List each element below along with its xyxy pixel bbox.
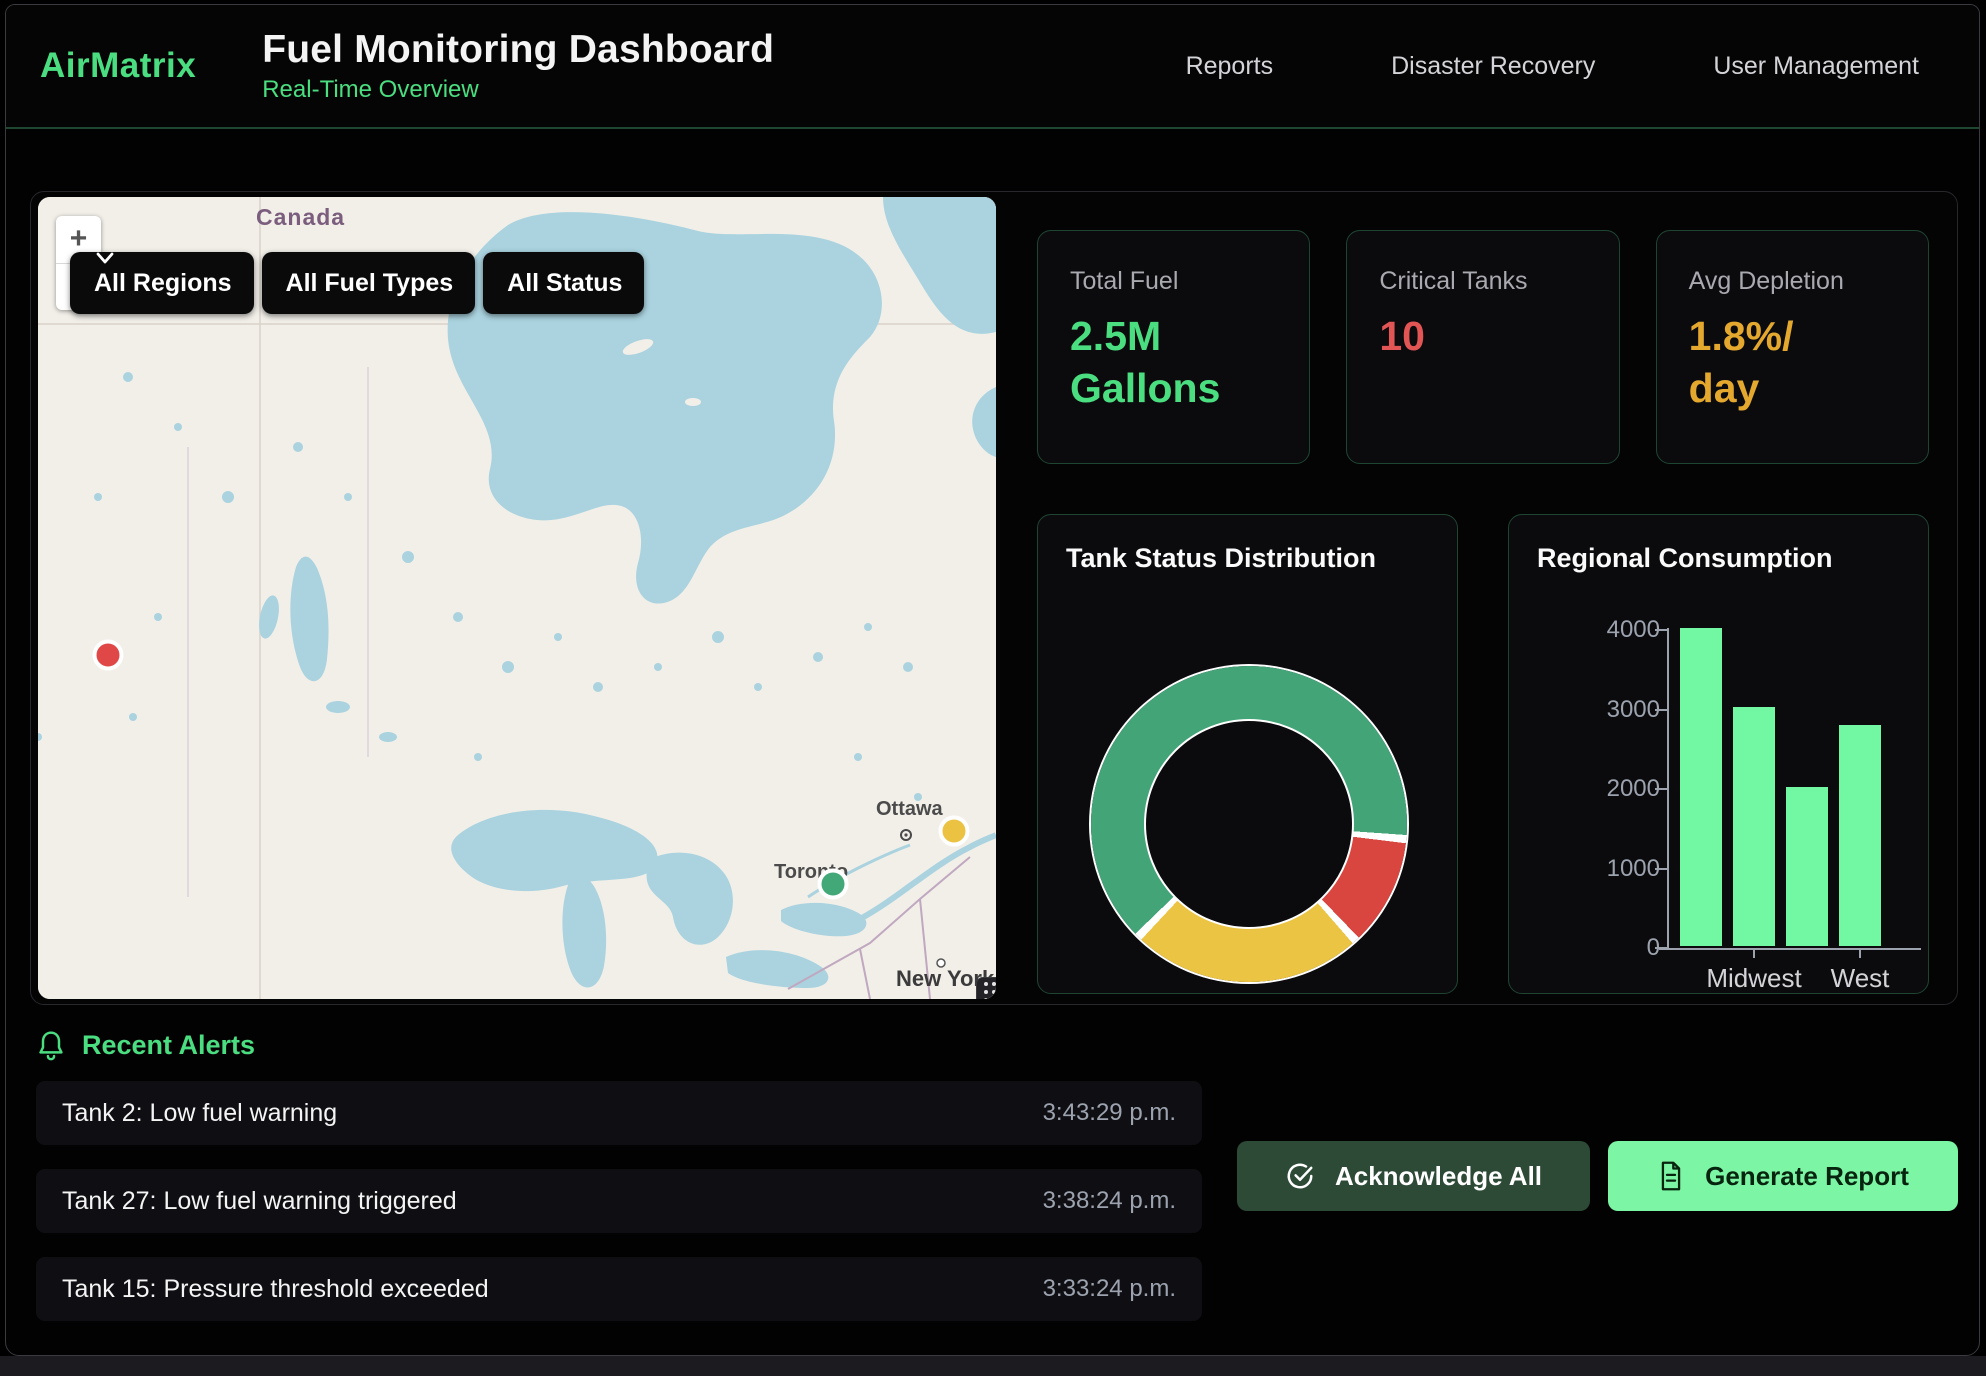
kpi-value: 1.8%/ day bbox=[1689, 310, 1889, 414]
nav-disaster-recovery[interactable]: Disaster Recovery bbox=[1391, 52, 1595, 81]
region-filter-value: All Regions bbox=[94, 269, 232, 298]
kpi-label: Critical Tanks bbox=[1379, 267, 1618, 296]
right-column: Total Fuel 2.5M Gallons Critical Tanks 1… bbox=[1037, 230, 1929, 994]
nav-user-management[interactable]: User Management bbox=[1713, 52, 1919, 81]
fuel-type-filter-dropdown[interactable]: All Fuel Types bbox=[262, 252, 476, 314]
alert-timestamp: 3:43:29 p.m. bbox=[1043, 1099, 1176, 1127]
alert-row[interactable]: Tank 2: Low fuel warning 3:43:29 p.m. bbox=[36, 1081, 1202, 1145]
acknowledge-all-label: Acknowledge All bbox=[1335, 1161, 1542, 1192]
y-axis bbox=[1667, 628, 1669, 950]
fuel-map[interactable]: Canada Ottawa Toronto New York + − All R… bbox=[38, 197, 996, 999]
kpi-avg-depletion: Avg Depletion 1.8%/ day bbox=[1656, 230, 1929, 464]
kpi-row: Total Fuel 2.5M Gallons Critical Tanks 1… bbox=[1037, 230, 1929, 464]
page-subtitle: Real-Time Overview bbox=[262, 76, 774, 104]
generate-report-label: Generate Report bbox=[1705, 1161, 1909, 1192]
x-tick-label: Midwest bbox=[1706, 963, 1801, 994]
y-tick-label: 3000 bbox=[1607, 696, 1660, 724]
bar bbox=[1786, 787, 1828, 946]
bar bbox=[1680, 628, 1722, 946]
alert-text: Tank 2: Low fuel warning bbox=[62, 1099, 337, 1128]
title-block: Fuel Monitoring Dashboard Real-Time Over… bbox=[262, 28, 774, 104]
x-tick-label: West bbox=[1831, 963, 1890, 994]
check-circle-icon bbox=[1285, 1161, 1315, 1191]
recent-alerts-title: Recent Alerts bbox=[82, 1030, 255, 1061]
footer-strip bbox=[0, 1356, 1986, 1376]
page-title: Fuel Monitoring Dashboard bbox=[262, 28, 774, 72]
status-filter-dropdown[interactable]: All Status bbox=[483, 252, 644, 314]
dashboard-panel: Canada Ottawa Toronto New York + − All R… bbox=[30, 191, 1958, 1005]
kpi-label: Avg Depletion bbox=[1689, 267, 1928, 296]
y-tick-label: 1000 bbox=[1607, 855, 1660, 883]
y-tick-label: 4000 bbox=[1607, 616, 1660, 644]
donut-hole bbox=[1144, 719, 1354, 929]
tank-status-title: Tank Status Distribution bbox=[1038, 515, 1457, 574]
bell-icon bbox=[36, 1029, 66, 1061]
y-tick-label: 2000 bbox=[1607, 775, 1660, 803]
alert-text: Tank 15: Pressure threshold exceeded bbox=[62, 1275, 489, 1304]
x-tick bbox=[1859, 948, 1861, 958]
tank-marker-normal[interactable] bbox=[820, 871, 847, 898]
map-filter-bar: All Regions All Fuel Types All Status bbox=[70, 252, 644, 314]
status-filter-value: All Status bbox=[507, 269, 622, 298]
map-label-canada: Canada bbox=[256, 204, 345, 230]
bar-plot bbox=[1680, 628, 1881, 946]
header: AirMatrix Fuel Monitoring Dashboard Real… bbox=[6, 5, 1979, 129]
x-tick bbox=[1753, 948, 1755, 958]
tank-marker-warning[interactable] bbox=[941, 818, 968, 845]
alert-timestamp: 3:33:24 p.m. bbox=[1043, 1275, 1176, 1303]
bar bbox=[1733, 707, 1775, 946]
fuel-type-filter-value: All Fuel Types bbox=[286, 269, 454, 298]
regional-consumption-panel: Regional Consumption 40003000200010000Mi… bbox=[1508, 514, 1929, 994]
recent-alerts-heading: Recent Alerts bbox=[36, 1029, 255, 1061]
generate-report-button[interactable]: Generate Report bbox=[1608, 1141, 1958, 1211]
bar bbox=[1839, 725, 1881, 946]
kpi-value: 10 bbox=[1379, 310, 1579, 362]
app-window: AirMatrix Fuel Monitoring Dashboard Real… bbox=[5, 4, 1980, 1356]
acknowledge-all-button[interactable]: Acknowledge All bbox=[1237, 1141, 1590, 1211]
alert-text: Tank 27: Low fuel warning triggered bbox=[62, 1187, 457, 1216]
tank-status-panel: Tank Status Distribution bbox=[1037, 514, 1458, 994]
alert-row[interactable]: Tank 27: Low fuel warning triggered 3:38… bbox=[36, 1169, 1202, 1233]
map-label-ottawa: Ottawa bbox=[876, 798, 944, 820]
kpi-total-fuel: Total Fuel 2.5M Gallons bbox=[1037, 230, 1310, 464]
bar-chart: 4000 3000 2000 1000 0 Midwest West bbox=[1509, 515, 1928, 993]
tank-marker-critical[interactable] bbox=[95, 642, 122, 669]
map-resize-grip-icon[interactable] bbox=[976, 977, 996, 999]
charts-row: Tank Status Distribution Regional Consum… bbox=[1037, 514, 1929, 994]
chevron-down-icon bbox=[96, 252, 114, 264]
y-tick-label: 0 bbox=[1647, 934, 1660, 962]
document-icon bbox=[1657, 1161, 1685, 1191]
x-axis bbox=[1659, 948, 1921, 950]
kpi-label: Total Fuel bbox=[1070, 267, 1309, 296]
map-canvas: Canada Ottawa Toronto New York bbox=[38, 197, 996, 999]
app-logo: AirMatrix bbox=[40, 46, 196, 86]
alert-timestamp: 3:38:24 p.m. bbox=[1043, 1187, 1176, 1215]
kpi-value: 2.5M Gallons bbox=[1070, 310, 1270, 414]
kpi-critical-tanks: Critical Tanks 10 bbox=[1346, 230, 1619, 464]
donut-ring bbox=[1091, 666, 1407, 982]
main-nav: Reports Disaster Recovery User Managemen… bbox=[1186, 52, 1919, 81]
alert-row[interactable]: Tank 15: Pressure threshold exceeded 3:3… bbox=[36, 1257, 1202, 1321]
nav-reports[interactable]: Reports bbox=[1186, 52, 1274, 81]
